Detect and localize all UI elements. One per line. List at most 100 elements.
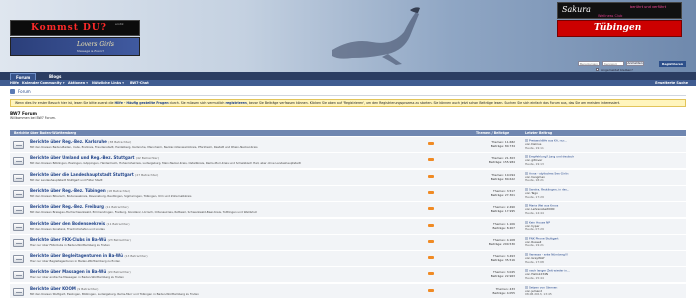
forum-title-link[interactable]: Berichte über Umland und Reg.-Bez. Stutt…: [30, 155, 159, 160]
rss-icon[interactable]: [428, 142, 434, 145]
forum-status-icon: [13, 271, 24, 280]
register-button[interactable]: Registrieren: [659, 61, 686, 67]
forum-description: Mit den Kreisen Böblingen, Esslingen, Gö…: [30, 161, 301, 166]
forum-viewers: (11 Betrachter): [105, 205, 129, 210]
rss-icon[interactable]: [428, 207, 434, 211]
forum-viewers: (27 Betrachter): [135, 172, 159, 177]
rss-icon[interactable]: [428, 223, 434, 227]
notice-text-3: , bevor Sie Beiträge verfassen können. K…: [246, 101, 621, 105]
forum-row[interactable]: Berichte über Umland und Reg.-Bez. Stutt…: [10, 153, 686, 170]
forum-row[interactable]: Berichte über Massagen in Ba-Wü (20 Betr…: [10, 267, 686, 284]
forum-name[interactable]: Berichte über den Bodenseekreis: [30, 221, 105, 226]
rss-icon[interactable]: [428, 239, 434, 243]
last-post-date: Heute, 15:44: [525, 276, 544, 281]
forum-stats: Themen: 21.303 Beiträge: 155.984: [465, 156, 515, 164]
forum-row[interactable]: Berichte über Reg.-Bez. Tübingen (18 Bet…: [10, 185, 686, 202]
last-post-date: Heute, 19:13: [525, 161, 544, 166]
rss-icon[interactable]: [428, 174, 434, 178]
forum-title-link[interactable]: Berichte über die Landeshauptstadt Stutt…: [30, 172, 158, 177]
last-post-date: Heute, 19:21: [525, 243, 544, 248]
rss-icon[interactable]: [428, 190, 434, 194]
login-button[interactable]: Anmelden: [626, 61, 644, 66]
banner-lovers-girls-sub: Massage & Escort: [77, 49, 104, 53]
forum-title-link[interactable]: Berichte über Reg.-Bez. Freiburg (11 Bet…: [30, 204, 129, 209]
forum-stats: Themen: 2.490 Beiträge: 17.995: [465, 205, 515, 213]
forum-name[interactable]: Berichte über Massagen in Ba-Wü: [30, 269, 106, 274]
password-input[interactable]: [602, 61, 624, 66]
forum-stats: Themen: 10.094 Beiträge: 80.622: [465, 173, 515, 181]
forum-row[interactable]: Berichte über die Landeshauptstadt Stutt…: [10, 169, 686, 186]
forum-title-link[interactable]: Berichte über den Bodenseekreis (11 Betr…: [30, 221, 130, 226]
remember-checkbox[interactable]: [596, 68, 599, 71]
forum-viewers: (20 Betrachter): [107, 270, 131, 275]
subnav-community[interactable]: Community ▾: [40, 80, 65, 86]
forum-name[interactable]: Berichte über die Landeshauptstadt Stutt…: [30, 172, 134, 177]
banner-tuebingen-text: Tübingen: [594, 23, 642, 33]
tab-blogs[interactable]: Blogs: [44, 73, 66, 80]
last-post: Preiswoldlife aus KA, nur... von Delirus H…: [525, 139, 685, 150]
subnav-links[interactable]: Nützliche Links ▾: [92, 80, 124, 86]
home-icon[interactable]: [10, 89, 15, 94]
rss-icon[interactable]: [428, 256, 434, 260]
forum-row[interactable]: Berichte über FKK-Clubs in Ba-Wü (23 Bet…: [10, 234, 686, 251]
rss-icon[interactable]: [428, 158, 434, 162]
subnav-chat[interactable]: BW7-Chat: [130, 80, 149, 86]
banner-tuebingen[interactable]: Tübingen: [557, 20, 682, 37]
tab-forum[interactable]: Forum: [10, 73, 37, 80]
forum-title-link[interactable]: Berichte über Reg.-Bez. Tübingen (18 Bet…: [30, 188, 130, 193]
forum-row[interactable]: Berichte über Reg.-Bez. Freiburg (11 Bet…: [10, 202, 686, 219]
forum-title-link[interactable]: Berichte über Massagen in Ba-Wü (20 Betr…: [30, 269, 131, 274]
forum-title-link[interactable]: Berichte über Reg.-Bez. Karlsruhe (38 Be…: [30, 139, 131, 144]
forum-description: Mit der Landeshauptstadt Stuttgart und F…: [30, 177, 103, 182]
forum-posts: Beiträge: 80.734: [490, 144, 515, 148]
last-post: FNK Phone Stuttgart von Russell Heute, 19:…: [525, 236, 685, 248]
forum-name[interactable]: Berichte über KOOM: [30, 286, 76, 291]
banner-sakura[interactable]: Sakura berührt und verführt Wellness Clu…: [557, 2, 682, 19]
forum-posts: Beiträge: 80.622: [490, 176, 515, 181]
last-post-date: 08.08.2013, 13:45: [525, 292, 552, 297]
forum-title-link[interactable]: Berichte über KOOM (9 Betrachter): [30, 286, 98, 291]
forum-description: Hier nur über erotische Massagen in Bade…: [30, 275, 124, 280]
banner-lovers-girls[interactable]: Lovers Girls Massage & Escort: [10, 37, 140, 56]
notice-register-link[interactable]: registrieren: [225, 101, 246, 105]
subnav-kalender[interactable]: Kalender: [22, 80, 39, 86]
forum-title-link[interactable]: Berichte über FKK-Clubs in Ba-Wü (23 Bet…: [30, 237, 131, 242]
header-silhouette-image: [332, 7, 420, 65]
forum-stats: Themen: 1.106 Beiträge: 8.207: [465, 222, 515, 230]
forum-status-icon: [13, 189, 24, 198]
nav-tabs: Forum Blogs: [0, 72, 696, 80]
forum-status-icon: [13, 222, 24, 231]
forum-description: Mit den Kreisen Baden-Baden, Calw, Enzkr…: [30, 145, 258, 149]
forum-row[interactable]: Berichte über KOOM (9 Betrachter) Mit den…: [10, 283, 686, 298]
forum-name[interactable]: Berichte über FKK-Clubs in Ba-Wü: [30, 237, 106, 242]
forum-viewers: (42 Betrachter): [135, 156, 159, 161]
forum-row[interactable]: Berichte über den Bodenseekreis (11 Betr…: [10, 218, 686, 235]
forum-name[interactable]: Berichte über Reg.-Bez. Karlsruhe: [30, 139, 107, 144]
advanced-search-link[interactable]: Erweiterte Suche: [655, 80, 688, 86]
rss-icon[interactable]: [428, 272, 434, 276]
forum-title-link[interactable]: Berichte über Begleitagenturen in Ba-Wü …: [30, 253, 148, 258]
forum-welcome: Willkommen bei BW7 Forum.: [10, 116, 56, 120]
last-post-date: Heute, 17:29: [525, 194, 544, 199]
banner-kommst-du[interactable]: Kommst DU? erotik: [10, 20, 140, 36]
subnav-aktionen[interactable]: Aktionen ▾: [68, 80, 88, 86]
forum-viewers: (11 Betrachter): [106, 221, 130, 226]
forum-viewers: (23 Betrachter): [107, 237, 131, 242]
rss-icon[interactable]: [428, 288, 434, 292]
forum-name[interactable]: Berichte über Reg.-Bez. Freiburg: [30, 204, 104, 209]
banner-lovers-girls-text: Lovers Girls: [77, 41, 114, 48]
forum-row[interactable]: Berichte über Reg.-Bez. Karlsruhe (38 Be…: [10, 137, 686, 153]
forum-row[interactable]: Berichte über Begleitagenturen in Ba-Wü …: [10, 251, 686, 268]
forum-name[interactable]: Berichte über Umland und Reg.-Bez. Stutt…: [30, 155, 134, 160]
forum-name[interactable]: Berichte über Reg.-Bez. Tübingen: [30, 188, 106, 193]
forum-name[interactable]: Berichte über Begleitagenturen in Ba-Wü: [30, 253, 123, 258]
breadcrumb-forum[interactable]: Forum: [18, 88, 31, 96]
forum-stats: Themen: 3.517 Beiträge: 27.301: [465, 189, 515, 197]
username-input[interactable]: [578, 61, 600, 66]
forum-posts: Beiträge: 22.963: [490, 274, 515, 279]
last-post: Sandra, Reutlingen, in der... von Tago Heu…: [525, 188, 685, 199]
forum-status-icon: [13, 287, 24, 296]
forum-posts: Beiträge: 27.301: [490, 192, 515, 197]
subnav-hilfe[interactable]: Hilfe: [10, 80, 19, 86]
notice-faq-link[interactable]: Hilfe - Häufig gestellte Fragen: [114, 101, 168, 105]
